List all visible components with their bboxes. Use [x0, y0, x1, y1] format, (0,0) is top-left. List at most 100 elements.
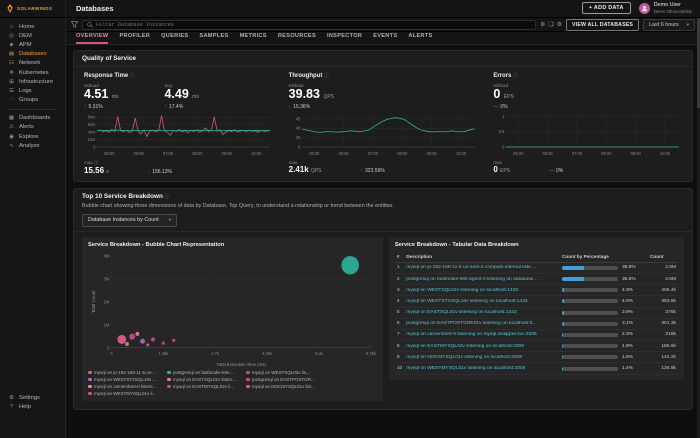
- legend-item[interactable]: mysql on NOCMYSQL01v listeni...: [246, 384, 316, 389]
- sidebar-item-settings[interactable]: ⚙Settings: [0, 394, 65, 403]
- bubble-datapoint[interactable]: [151, 337, 155, 341]
- sidebar-item-kubernetes[interactable]: ✲Kubernetes: [0, 68, 65, 77]
- legend-item[interactable]: mysql on WESTSTXSQL16v list...: [88, 377, 158, 382]
- svg-text:09:00: 09:00: [631, 151, 642, 156]
- row-count: 406.4k: [648, 285, 678, 296]
- qos-panel-title: Errors ⓘ: [493, 72, 682, 79]
- list-icon[interactable]: ≣: [540, 21, 545, 28]
- throughput-chart[interactable]: 454035005:0006:0007:0008:0009:0010:00: [289, 112, 478, 158]
- view-all-databases-button[interactable]: VIEW ALL DATABASES: [566, 19, 639, 31]
- user-menu[interactable]: Demo User Demo Observability: [639, 2, 692, 14]
- sidebar-item-databases[interactable]: ▤Databases: [0, 50, 65, 59]
- breakdown-header: Top 10 Service Breakdown ⓘ Bubble chart …: [74, 189, 692, 232]
- service-link[interactable]: postgresql on EASTPOSTGRE01v listening o…: [406, 321, 538, 326]
- service-link[interactable]: mysql on WESTMYSQL01v listening on local…: [406, 366, 538, 371]
- legend-item[interactable]: mysql on WESTSQL02v lis...: [246, 370, 310, 375]
- legend-dot-icon: [88, 392, 92, 396]
- row-count: 376k: [648, 307, 678, 318]
- sidebar-item-network[interactable]: ☷Network: [0, 59, 65, 68]
- sidebar-item-help[interactable]: ?Help: [0, 403, 65, 412]
- tab-resources[interactable]: RESOURCES: [278, 33, 316, 44]
- info-icon[interactable]: ⓘ: [165, 194, 170, 200]
- service-link[interactable]: mysql on WESTSQL02v listening on localho…: [406, 288, 538, 293]
- add-data-button[interactable]: + ADD DATA: [582, 2, 631, 14]
- sidebar-item-explore[interactable]: ◉Explore: [0, 132, 65, 141]
- tab-profiler[interactable]: PROFILER: [119, 33, 150, 44]
- svg-text:0: 0: [298, 144, 301, 149]
- bubble-datapoint[interactable]: [172, 338, 175, 341]
- service-link[interactable]: mysql on ip-192-168-11-5.us-east-2.compu…: [406, 265, 538, 270]
- sidebar-item-dashboards[interactable]: ▦Dashboards: [0, 114, 65, 123]
- bubble-datapoint[interactable]: [129, 333, 135, 339]
- bubble-datapoint[interactable]: [117, 335, 126, 344]
- card-view-icon[interactable]: ❏: [548, 21, 553, 28]
- column-header-count[interactable]: Count: [648, 252, 678, 263]
- response-time-chart[interactable]: 8ms6ms4ms2ms005:0006:0007:0008:0009:0010…: [84, 112, 273, 158]
- service-link[interactable]: mysql on EASTSQL01v listening on localho…: [406, 310, 538, 315]
- avatar[interactable]: [639, 3, 650, 14]
- time-range-dropdown[interactable]: Last 6 hours ▾: [643, 19, 695, 31]
- page-title: Databases: [76, 4, 114, 13]
- dashboard-scroll[interactable]: Quality of Service Response Time ⓘestloa…: [66, 45, 700, 438]
- svg-text:0: 0: [502, 144, 505, 149]
- sidebar-item-dem[interactable]: ◎DEM: [0, 31, 65, 40]
- sidebar-item-analyze[interactable]: ∿Analyze: [0, 141, 65, 150]
- database-filter-input[interactable]: [96, 22, 531, 28]
- column-header-#[interactable]: #: [395, 252, 404, 263]
- tab-samples[interactable]: SAMPLES: [199, 33, 228, 44]
- sidebar-item-infrastructure[interactable]: ⊞Infrastructure: [0, 77, 65, 86]
- bubble-datapoint[interactable]: [140, 338, 145, 343]
- legend-item[interactable]: mysql on camembert-0 listening...: [88, 384, 158, 389]
- tab-metrics[interactable]: METRICS: [240, 33, 267, 44]
- service-link[interactable]: mysql on WESTSTXSQL16v listening on loca…: [406, 299, 538, 304]
- sidebar-item-label: Help: [19, 404, 31, 410]
- tab-overview[interactable]: OVERVIEW: [76, 33, 108, 44]
- legend-item[interactable]: mysql on EASTMYSQL02v liste...: [167, 384, 237, 389]
- sidebar-item-groups[interactable]: ∴Groups: [0, 96, 65, 105]
- svg-text:09:00: 09:00: [222, 151, 233, 156]
- bubble-datapoint[interactable]: [341, 256, 359, 274]
- percentage-bar: [562, 288, 618, 292]
- percentage-bar: [562, 355, 618, 359]
- qos-stat: estload39.83 QPS↓15.36%: [289, 83, 334, 110]
- column-header-count-by-percentage[interactable]: Count by Percentage: [560, 252, 648, 263]
- bubble-datapoint[interactable]: [135, 332, 139, 336]
- info-icon[interactable]: ⓘ: [324, 73, 329, 79]
- bubble-datapoint[interactable]: [125, 342, 129, 346]
- tab-events[interactable]: EVENTS: [373, 33, 397, 44]
- row-count: 383.6k: [648, 296, 678, 307]
- legend-item[interactable]: mysql on WESTMYSQL01v liste...: [88, 391, 158, 396]
- tab-alerts[interactable]: ALERTS: [408, 33, 432, 44]
- sidebar-item-alerts[interactable]: ⚠Alerts: [0, 123, 65, 132]
- percentage-bar: [562, 277, 618, 281]
- svg-text:6ms: 6ms: [88, 122, 96, 127]
- delta-value: 5.31%: [89, 104, 103, 110]
- service-link[interactable]: postgresql on fastfoodie-k8s-agent-0 lis…: [406, 277, 538, 282]
- info-icon[interactable]: ⓘ: [513, 73, 518, 79]
- breakdown-dimension-dropdown[interactable]: Database Instances by Count ▾: [82, 214, 177, 227]
- service-link[interactable]: mysql on camembert-0 listening on mysql.…: [406, 332, 538, 337]
- delta-arrow-icon: ↑: [84, 104, 87, 110]
- sidebar-item-apm[interactable]: ◈APM: [0, 40, 65, 49]
- gear-icon[interactable]: ⚙: [557, 21, 562, 28]
- legend-item[interactable]: mysql on EASTSQL01v listening...: [167, 377, 237, 382]
- legend-item[interactable]: postgresql on fastfoodie-k8s-age...: [167, 370, 237, 375]
- tab-queries[interactable]: QUERIES: [161, 33, 188, 44]
- service-link[interactable]: mysql on NOCMYSQL01v listening on localh…: [406, 355, 538, 360]
- sidebar-item-home[interactable]: ⌂Home: [0, 22, 65, 31]
- bubble-datapoint[interactable]: [162, 341, 165, 344]
- solarwinds-logo[interactable]: SOLARWINDS: [0, 0, 66, 17]
- service-link[interactable]: mysql on EASTMYSQL02v listening on local…: [406, 344, 538, 349]
- info-icon[interactable]: ⓘ: [130, 73, 135, 79]
- svg-text:05:00: 05:00: [104, 151, 115, 156]
- footer-value: 15.56 s: [84, 166, 109, 175]
- tab-inspector[interactable]: INSPECTOR: [327, 33, 362, 44]
- column-header-description[interactable]: Description: [404, 252, 560, 263]
- legend-item[interactable]: postgresql on EASTPOSTGRE0...: [246, 377, 316, 382]
- bubble-chart[interactable]: 4M3M2M1M001.35k2.7k4.05k5.4k6.75kTotal E…: [88, 250, 377, 368]
- errors-chart[interactable]: 10.5005:0006:0007:0008:0009:0010:00: [493, 112, 682, 158]
- filter-funnel-icon[interactable]: [71, 21, 78, 28]
- sidebar-item-logs[interactable]: ☰Logs: [0, 86, 65, 95]
- legend-item[interactable]: mysql on ip-192-168-11-5.us-ea...: [88, 370, 158, 375]
- bubble-datapoint[interactable]: [146, 343, 149, 346]
